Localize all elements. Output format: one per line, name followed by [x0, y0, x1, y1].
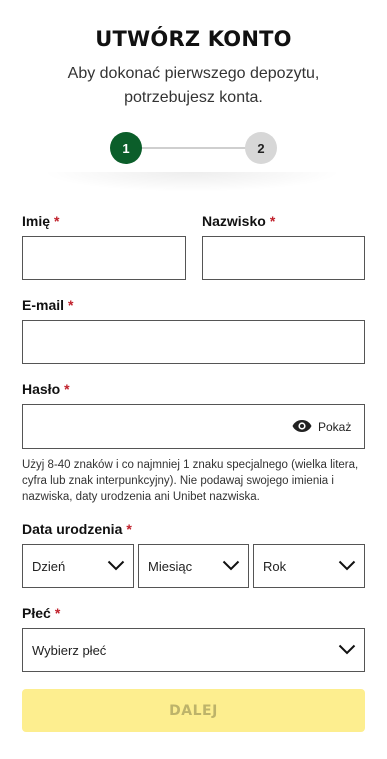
header-divider-shadow [42, 172, 342, 192]
gender-label: Płeć * [22, 605, 60, 621]
subtitle-line-2: potrzebujesz konta. [124, 89, 263, 106]
chevron-down-icon [107, 559, 125, 574]
password-help-text: Użyj 8-40 znaków i co najmniej 1 znaku s… [22, 459, 359, 503]
birth-day-value: Dzień [32, 558, 66, 574]
birth-year-select[interactable]: Rok [253, 544, 365, 588]
chevron-down-icon [338, 643, 356, 658]
first-name-label-text: Imię [22, 213, 51, 229]
progress-stepper: 1 2 [0, 131, 387, 165]
birth-year-value: Rok [263, 558, 287, 574]
step-2-indicator: 2 [245, 132, 277, 164]
page-subtitle: Aby dokonać pierwszego depozytu, potrzeb… [0, 62, 387, 110]
email-label: E-mail * [22, 297, 73, 313]
first-name-input[interactable] [22, 236, 186, 280]
required-mark: * [54, 213, 60, 229]
stepper-connector [140, 147, 248, 149]
birth-date-label: Data urodzenia * [22, 521, 132, 537]
eye-icon [292, 419, 312, 436]
birth-month-select[interactable]: Miesiąc [138, 544, 249, 588]
gender-label-text: Płeć [22, 605, 51, 621]
password-label: Hasło * [22, 381, 70, 397]
required-mark: * [269, 213, 276, 229]
birth-day-select[interactable]: Dzień [22, 544, 134, 588]
required-mark: * [126, 521, 132, 537]
required-mark: * [54, 605, 61, 621]
show-password-toggle[interactable]: Pokaż [292, 417, 351, 437]
chevron-down-icon [222, 559, 240, 574]
subtitle-line-1: Aby dokonać pierwszego depozytu, [67, 65, 320, 82]
gender-placeholder: Wybierz płeć [32, 642, 107, 658]
birth-month-value: Miesiąc [148, 558, 193, 574]
last-name-label-text: Nazwisko [202, 213, 266, 229]
password-label-text: Hasło [22, 381, 61, 397]
step-1-indicator: 1 [110, 132, 142, 164]
next-button[interactable]: DALEJ [22, 689, 365, 732]
required-mark: * [64, 381, 70, 397]
email-input[interactable] [22, 320, 365, 364]
required-mark: * [68, 297, 74, 313]
gender-select[interactable]: Wybierz płeć [22, 628, 365, 672]
email-label-text: E-mail [22, 297, 65, 313]
first-name-label: Imię * [22, 213, 59, 229]
last-name-label: Nazwisko * [202, 213, 275, 229]
birth-date-label-text: Data urodzenia [22, 521, 123, 537]
page-title: UTWÓRZ KONTO [95, 27, 292, 51]
last-name-input[interactable] [202, 236, 365, 280]
show-password-label: Pokaż [318, 420, 352, 434]
chevron-down-icon [338, 559, 356, 574]
